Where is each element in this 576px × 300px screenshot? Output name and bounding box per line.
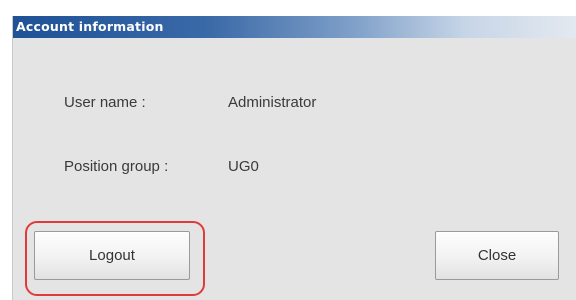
user-name-label: User name : [64,94,146,111]
position-group-value: UG0 [228,158,259,175]
user-name-value: Administrator [228,94,317,111]
logout-button[interactable]: Logout [34,231,190,280]
dialog-title-bar: Account information [13,16,576,38]
account-information-dialog: Account information User name : Administ… [12,16,576,300]
close-button[interactable]: Close [435,231,559,280]
dialog-title: Account information [16,19,164,34]
position-group-label: Position group : [64,158,169,175]
